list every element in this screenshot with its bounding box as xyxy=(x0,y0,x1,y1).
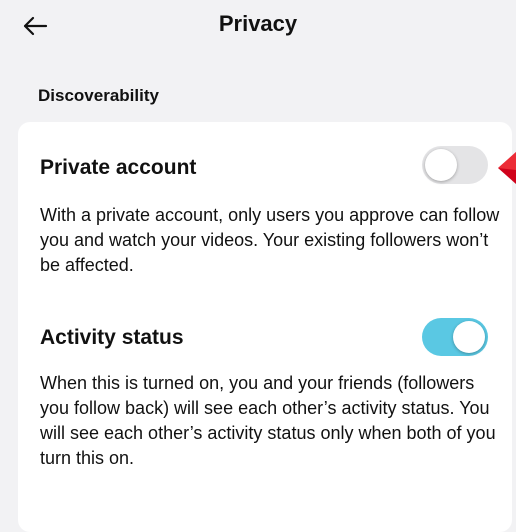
pointer-arrow-icon xyxy=(498,152,516,184)
settings-card: Private account With a private account, … xyxy=(18,122,512,532)
header: Privacy xyxy=(0,0,516,56)
private-account-title: Private account xyxy=(40,156,197,179)
activity-status-description: When this is turned on, you and your fri… xyxy=(40,373,496,468)
activity-status-title: Activity status xyxy=(40,326,184,349)
toggle-knob xyxy=(453,321,485,353)
activity-status-toggle[interactable] xyxy=(422,318,488,356)
private-account-description: With a private account, only users you a… xyxy=(40,205,500,275)
toggle-knob xyxy=(425,149,457,181)
section-label-discoverability: Discoverability xyxy=(38,86,159,105)
private-account-toggle[interactable] xyxy=(422,146,488,184)
page-title: Privacy xyxy=(218,11,298,36)
